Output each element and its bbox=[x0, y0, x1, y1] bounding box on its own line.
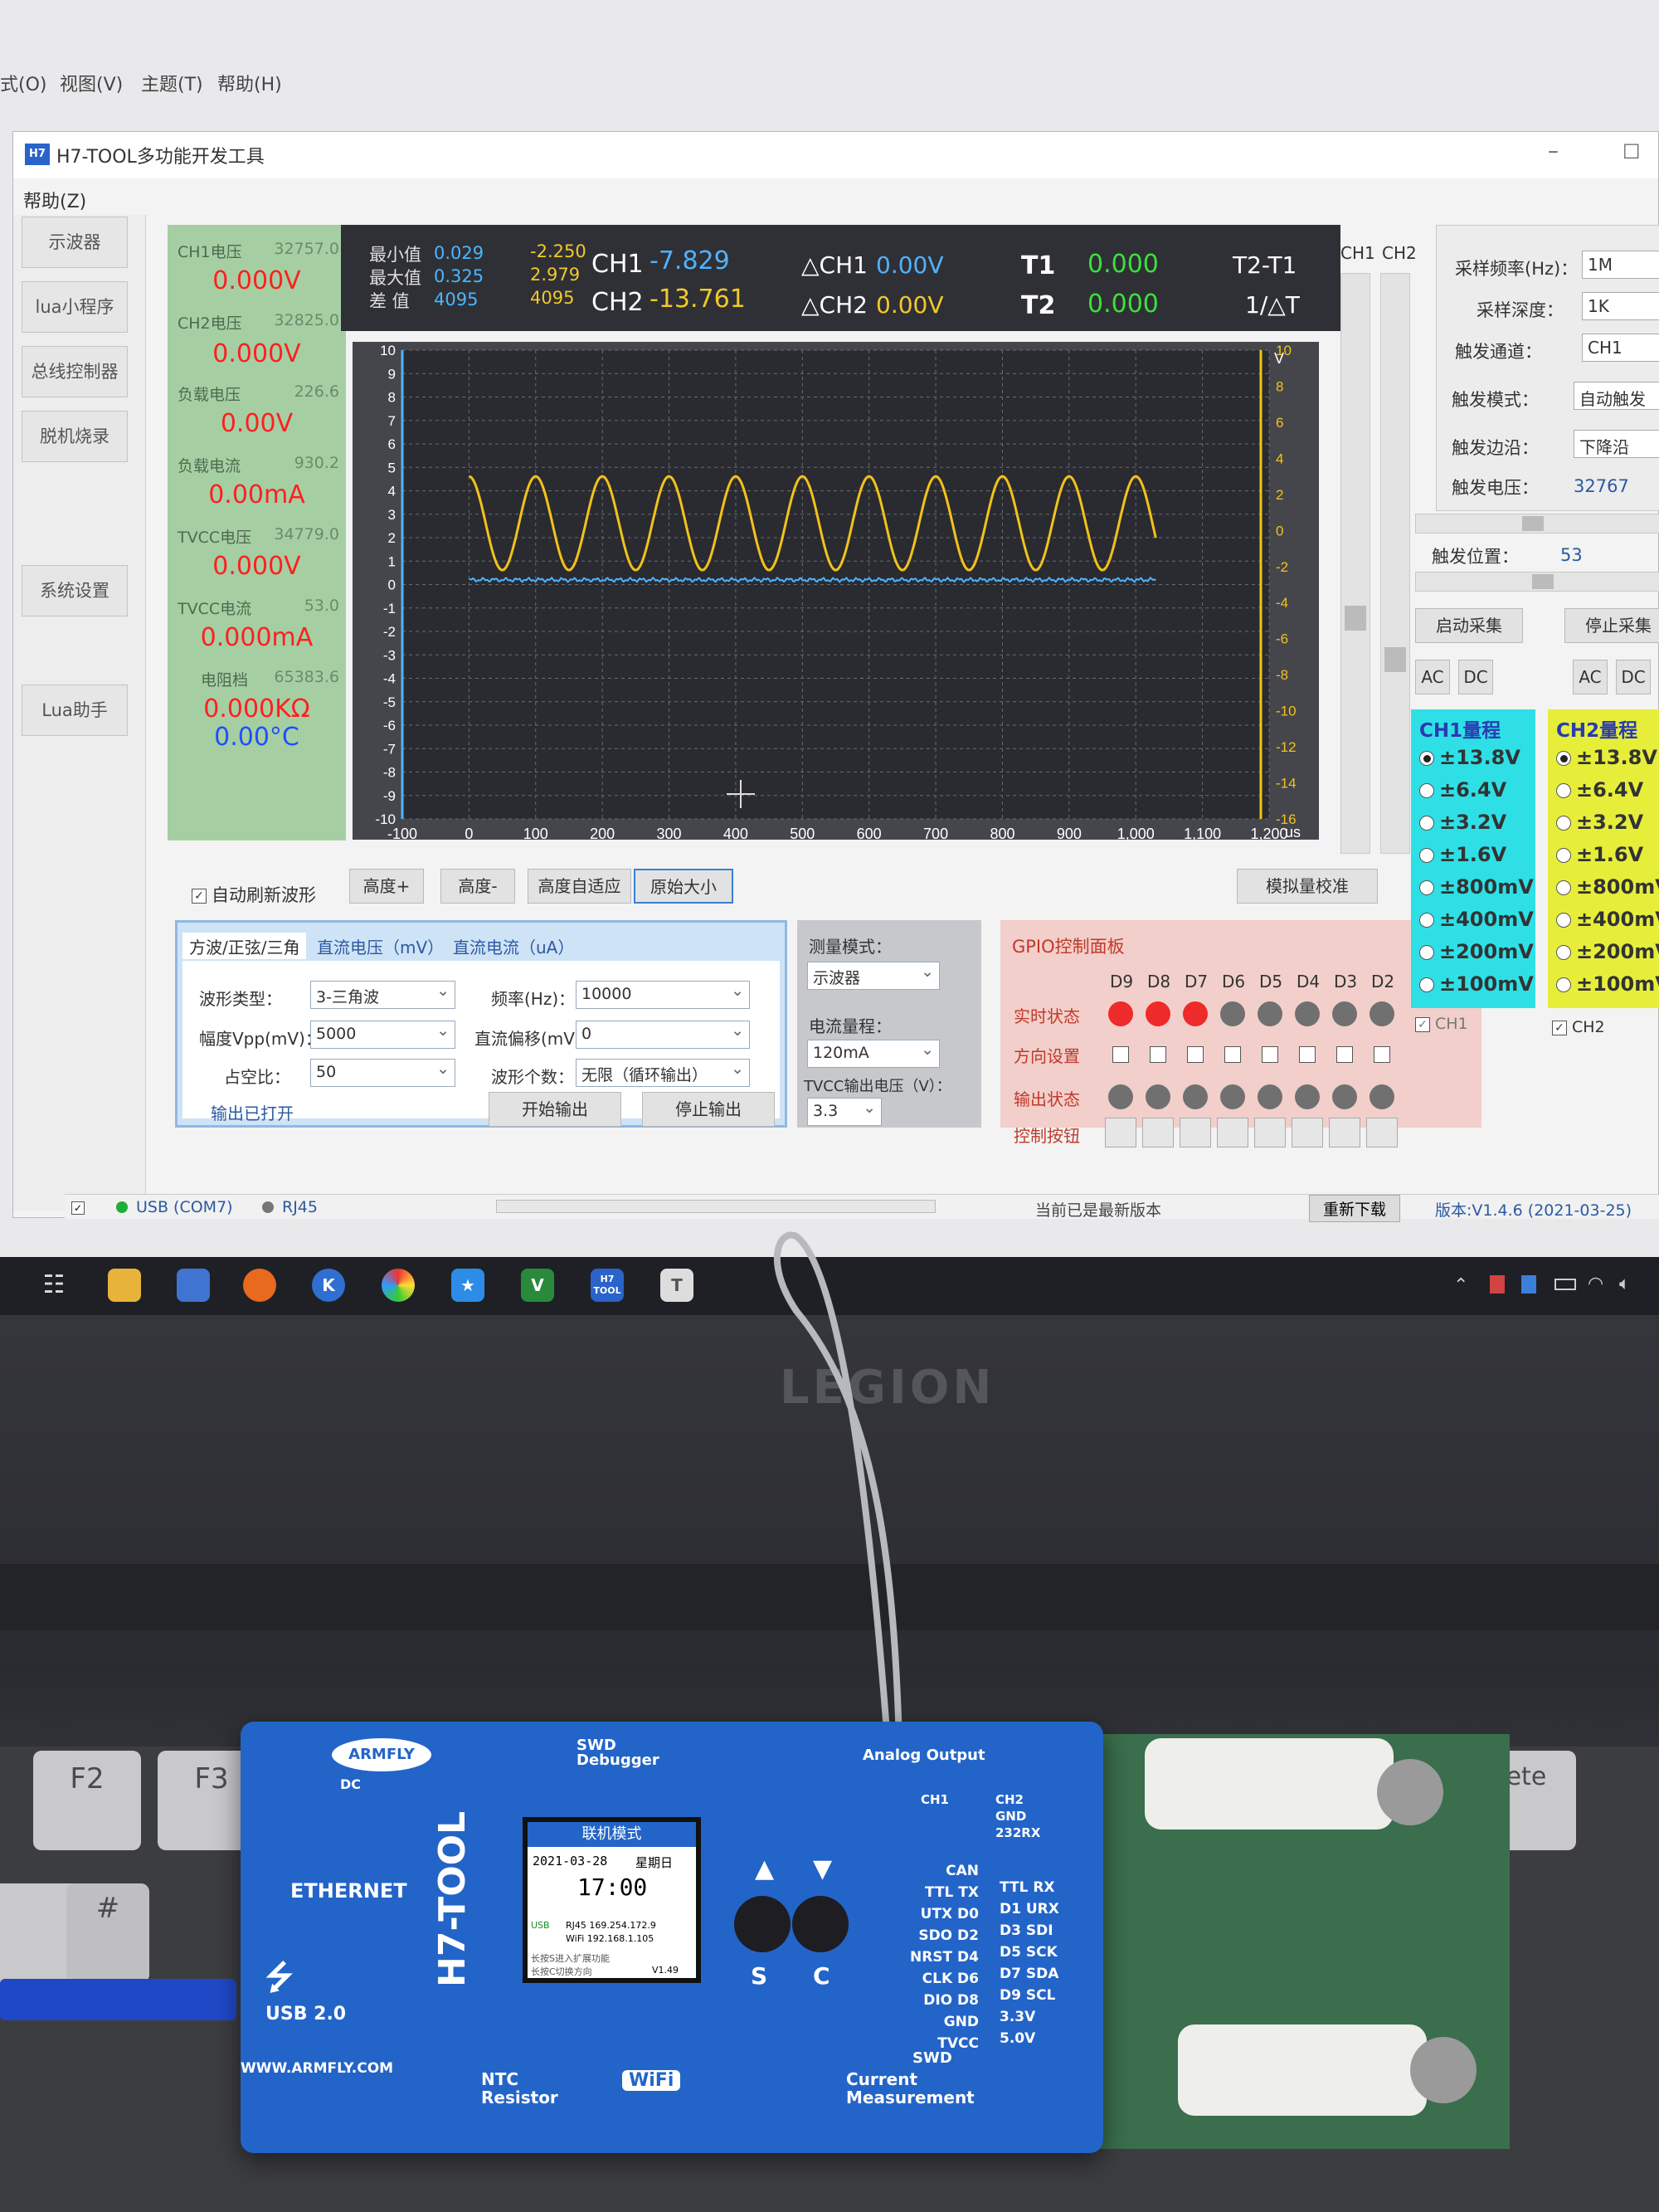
pin-label-left: TVCC bbox=[937, 2035, 979, 2052]
photo-scene: 式(O) 视图(V) 主题(T) 帮助(H) H7 H7-TOOL多功能开发工具… bbox=[0, 0, 1659, 2212]
lcd-rj45: RJ45 169.254.172.9 bbox=[566, 1920, 656, 1931]
channel-header-label: GND bbox=[995, 1809, 1027, 1824]
lcd-time: 17:00 bbox=[577, 1873, 648, 1901]
bnc-nut-ch1 bbox=[1377, 1759, 1443, 1825]
armfly-logo: ARMFLY bbox=[332, 1738, 431, 1771]
pin-label-right: D5 SCK bbox=[1000, 1944, 1058, 1961]
lcd-date: 2021-03-28 bbox=[533, 1854, 608, 1869]
analog-output-label: Analog Output bbox=[863, 1747, 985, 1764]
usb-symbol-icon: ⭍ bbox=[265, 1959, 294, 1997]
pin-label-left: TTL TX bbox=[924, 1884, 979, 1901]
lcd-usb: USB bbox=[531, 1920, 550, 1931]
pin-label-right: D3 SDI bbox=[1000, 1922, 1053, 1939]
button-s-label: S bbox=[751, 1962, 768, 1990]
channel-header-label: CH1 bbox=[921, 1792, 949, 1807]
channel-header-label: CH2 bbox=[995, 1792, 1024, 1807]
lcd-weekday: 星期日 bbox=[635, 1855, 674, 1870]
up-arrow-icon: ▲ bbox=[755, 1854, 775, 1883]
bnc-nut-ch2 bbox=[1410, 2037, 1477, 2103]
website-label: WWW.ARMFLY.COM bbox=[241, 2060, 394, 2077]
pin-label-left: UTX D0 bbox=[920, 1906, 979, 1922]
button-c-label: C bbox=[813, 1962, 830, 1990]
lcd-mode: 联机模式 bbox=[528, 1822, 696, 1847]
h7-tool-device: ARMFLY DC ETHERNET ⭍ USB 2.0 WWW.ARMFLY.… bbox=[241, 1722, 1103, 2153]
ethernet-label: ETHERNET bbox=[290, 1879, 407, 1903]
down-arrow-icon: ▼ bbox=[813, 1854, 833, 1883]
wifi-label: WiFi bbox=[622, 2070, 681, 2091]
pin-label-right: TTL RX bbox=[1000, 1879, 1055, 1896]
button-s[interactable] bbox=[734, 1896, 791, 1952]
button-c[interactable] bbox=[792, 1896, 849, 1952]
lcd-hint2: 长按C切换方向 bbox=[531, 1966, 592, 1977]
swd-label: SWD bbox=[912, 2049, 952, 2067]
usb-label: USB 2.0 bbox=[265, 2004, 347, 2024]
bnc-connector-ch1[interactable] bbox=[1145, 1738, 1394, 1830]
swd-debugger-label: SWD Debugger bbox=[577, 1737, 659, 1769]
current-measurement-label: Current Measurement bbox=[846, 2069, 975, 2107]
pin-label-left: GND bbox=[943, 2014, 979, 2030]
pin-label-right: D9 SCL bbox=[1000, 1987, 1056, 2004]
channel-header-label: 232RX bbox=[995, 1825, 1041, 1840]
bnc-connector-ch2[interactable] bbox=[1178, 2024, 1427, 2116]
lcd-wifi: WiFi 192.168.1.105 bbox=[566, 1933, 654, 1944]
ntc-label: NTC Resistor bbox=[481, 2069, 558, 2107]
pin-label-left: NRST D4 bbox=[909, 1949, 979, 1966]
dc-in-label: DC bbox=[340, 1776, 362, 1792]
pin-label-right: D7 SDA bbox=[1000, 1966, 1059, 1982]
lcd-version: V1.49 bbox=[652, 1965, 679, 1976]
device-lcd: 联机模式 2021-03-28 星期日 17:00 USB RJ45 169.2… bbox=[523, 1817, 701, 1983]
pin-label-left: DIO D8 bbox=[923, 1992, 979, 2009]
pin-label-left: SDO D2 bbox=[918, 1927, 979, 1944]
pin-label-right: D1 URX bbox=[1000, 1901, 1059, 1917]
product-name: H7-TOOL bbox=[431, 1810, 474, 1987]
pin-label-right: 3.3V bbox=[1000, 2009, 1036, 2025]
lcd-hint1: 长按S进入扩展功能 bbox=[531, 1953, 610, 1964]
pin-label-left: CLK D6 bbox=[922, 1971, 979, 1987]
probe-wire bbox=[773, 1231, 903, 1776]
pin-label-left: CAN bbox=[946, 1863, 979, 1879]
pin-label-right: 5.0V bbox=[1000, 2030, 1036, 2047]
